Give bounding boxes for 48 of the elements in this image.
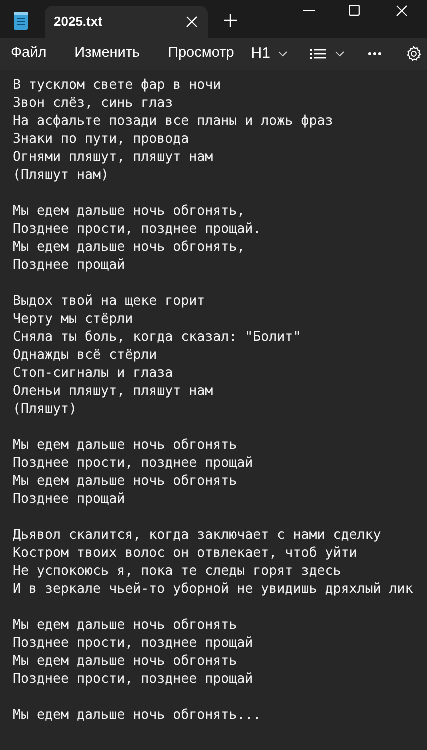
- text-line: Мы едем дальше ночь обгонять,: [13, 239, 246, 257]
- text-line: Выдох твой на щеке горит: [13, 293, 206, 311]
- text-line: Оленьи пляшут, пляшут нам: [13, 383, 214, 401]
- text-line: Мы едем дальше ночь обгонять: [13, 653, 238, 671]
- text-line: Мы едем дальше ночь обгонять...: [13, 707, 262, 725]
- text-line: Позднее прости, позднее прощай: [13, 455, 254, 473]
- menu-item[interactable]: Файл: [4, 43, 54, 65]
- settings-icon[interactable]: [406, 46, 422, 62]
- list-dropdown[interactable]: [310, 48, 346, 60]
- text-line: Знаки по пути, провода: [13, 131, 190, 149]
- text-line: Мы едем дальше ночь обгонять,: [13, 203, 246, 221]
- text-line: Позднее прощай: [13, 491, 126, 509]
- caret-icon: [335, 51, 346, 57]
- text-line: Черту мы стёрли: [13, 311, 134, 329]
- text-line: Позднее прости, позднее прощай: [13, 635, 254, 653]
- new-tab-icon[interactable]: [224, 14, 237, 27]
- text-line: И в зеркале чьей-то уборной не увидишь дряхлый лик: [13, 581, 414, 599]
- text-line: Огнями пляшут, пляшут нам: [13, 149, 214, 167]
- close-tab-icon[interactable]: [186, 16, 198, 28]
- text-line: Сняла ты боль, когда сказал: "Болит": [13, 329, 302, 347]
- text-line: (Пляшут): [13, 401, 78, 419]
- menu-item[interactable]: Изменить: [68, 43, 148, 65]
- menu-item[interactable]: Просмотр: [161, 43, 242, 65]
- heading-dropdown[interactable]: H1: [251, 42, 288, 66]
- minimize-icon[interactable]: [303, 10, 315, 12]
- text-line: Дьявол скалится, когда заключает с нами сделку: [13, 527, 382, 545]
- text-line: Мы едем дальше ночь обгонять: [13, 473, 238, 491]
- close-icon[interactable]: [396, 5, 408, 17]
- document-tab[interactable]: 2025.txt: [45, 6, 208, 38]
- text-line: (Пляшут нам): [13, 167, 110, 185]
- tab-title: 2025.txt: [54, 13, 104, 32]
- text-line: Не успокоюсь я, пока те следы горят здесь: [13, 563, 342, 581]
- text-line: Однажды всё стёрли: [13, 347, 158, 365]
- text-line: На асфальте позади все планы и ложь фраз: [13, 113, 334, 131]
- text-line: Позднее прости, позднее прощай.: [13, 221, 262, 239]
- text-line: Стоп-сигналы и глаза: [13, 365, 174, 383]
- text-line: В тусклом свете фар в ночи: [13, 77, 222, 95]
- text-line: Мы едем дальше ночь обгонять: [13, 437, 238, 455]
- caret-icon: [278, 51, 288, 57]
- text-line: Позднее прощай: [13, 257, 126, 275]
- maximize-icon[interactable]: [349, 5, 360, 16]
- text-line: Позднее прости, позднее прощай: [13, 671, 254, 689]
- text-line: Звон слёз, синь глаз: [13, 95, 174, 113]
- text-line: Мы едем дальше ночь обгонять: [13, 617, 238, 635]
- more-icon[interactable]: [368, 52, 382, 56]
- notepad-icon: [14, 12, 28, 30]
- list-icon: [310, 48, 326, 60]
- text-line: Костром твоих волос он отвлекает, чтоб уйти: [13, 545, 358, 563]
